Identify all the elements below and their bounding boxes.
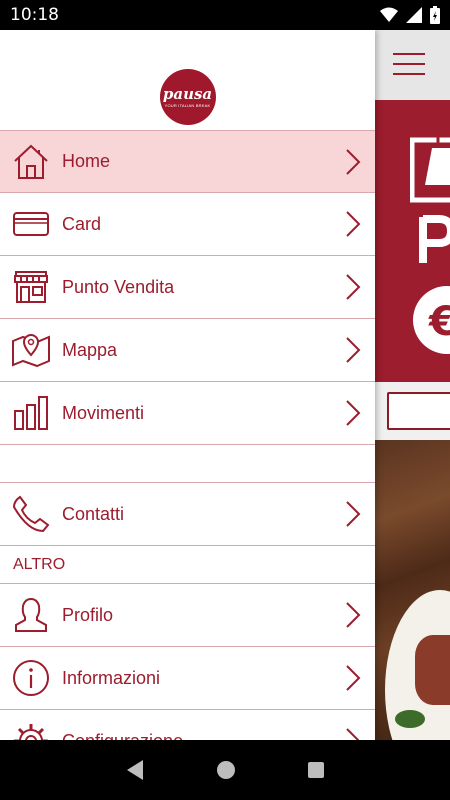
navigation-drawer: pausa YOUR ITALIAN BREAK Home Card Punto… <box>0 30 375 740</box>
chevron-right-icon <box>331 336 375 364</box>
menu-item-informazioni[interactable]: Informazioni <box>0 647 375 710</box>
menu-item-profilo[interactable]: Profilo <box>0 584 375 647</box>
bar-chart-icon <box>0 382 62 445</box>
store-icon <box>0 256 62 319</box>
banner-letter-glyph <box>419 215 450 263</box>
banner-action-button[interactable] <box>387 392 450 430</box>
system-nav-bar <box>0 740 450 800</box>
home-button-icon[interactable] <box>216 760 236 780</box>
pausa-logo: pausa YOUR ITALIAN BREAK <box>159 69 216 125</box>
menu-item-configurazione[interactable]: Configurazione <box>0 710 375 740</box>
chevron-right-icon <box>331 727 375 740</box>
menu-item-label: Informazioni <box>62 667 161 688</box>
leaf-shape <box>395 710 425 728</box>
menu-item-label: Movimenti <box>62 402 145 423</box>
chevron-right-icon <box>331 601 375 629</box>
svg-text:€: € <box>428 299 450 345</box>
chevron-right-icon <box>331 210 375 238</box>
battery-charging-icon <box>430 6 440 24</box>
drawer-header: pausa YOUR ITALIAN BREAK <box>0 30 375 130</box>
recents-icon[interactable] <box>307 761 325 779</box>
menu-item-punto-vendita[interactable]: Punto Vendita <box>0 256 375 319</box>
chevron-right-icon <box>331 500 375 528</box>
cell-signal-icon <box>406 7 422 23</box>
phone-icon <box>0 483 62 546</box>
status-icons <box>380 6 440 24</box>
banner-button-row <box>375 382 450 440</box>
chevron-right-icon <box>331 273 375 301</box>
menu-item-label: Card <box>62 213 102 234</box>
chevron-right-icon <box>331 664 375 692</box>
map-icon <box>0 319 62 382</box>
menu-item-label: Contatti <box>62 503 125 524</box>
status-time: 10:18 <box>10 5 59 25</box>
food-photo <box>375 440 450 740</box>
menu-item-card[interactable]: Card <box>0 193 375 256</box>
menu-item-contatti[interactable]: Contatti <box>0 483 375 546</box>
hamburger-menu-icon[interactable] <box>393 52 425 76</box>
euro-icon: € <box>413 286 450 354</box>
user-icon <box>0 584 62 647</box>
app-toolbar <box>375 30 450 100</box>
menu-item-label: Configurazione <box>62 731 331 741</box>
section-title-altro: ALTRO <box>0 546 375 584</box>
menu-item-mappa[interactable]: Mappa <box>0 319 375 382</box>
card-icon <box>0 193 62 256</box>
status-bar: 10:18 <box>0 0 450 30</box>
background-app-screen: € <box>375 30 450 740</box>
menu-item-label: Home <box>62 151 111 171</box>
home-icon <box>0 130 62 193</box>
promo-banner[interactable]: € <box>375 100 450 382</box>
menu-item-label: Profilo <box>62 604 114 625</box>
gear-icon <box>0 710 62 740</box>
food-shape <box>415 635 450 705</box>
menu-item-movimenti[interactable]: Movimenti <box>0 382 375 445</box>
menu-item-label: Punto Vendita <box>62 276 175 297</box>
chevron-right-icon <box>331 148 375 176</box>
wifi-icon <box>380 7 398 22</box>
back-icon[interactable] <box>125 759 145 781</box>
menu-item-home[interactable]: Home <box>0 130 375 193</box>
menu-item-label: Mappa <box>62 339 118 360</box>
info-icon <box>0 647 62 710</box>
menu-spacer <box>0 445 375 483</box>
shopping-bag-icon <box>410 130 450 203</box>
chevron-right-icon <box>331 399 375 427</box>
